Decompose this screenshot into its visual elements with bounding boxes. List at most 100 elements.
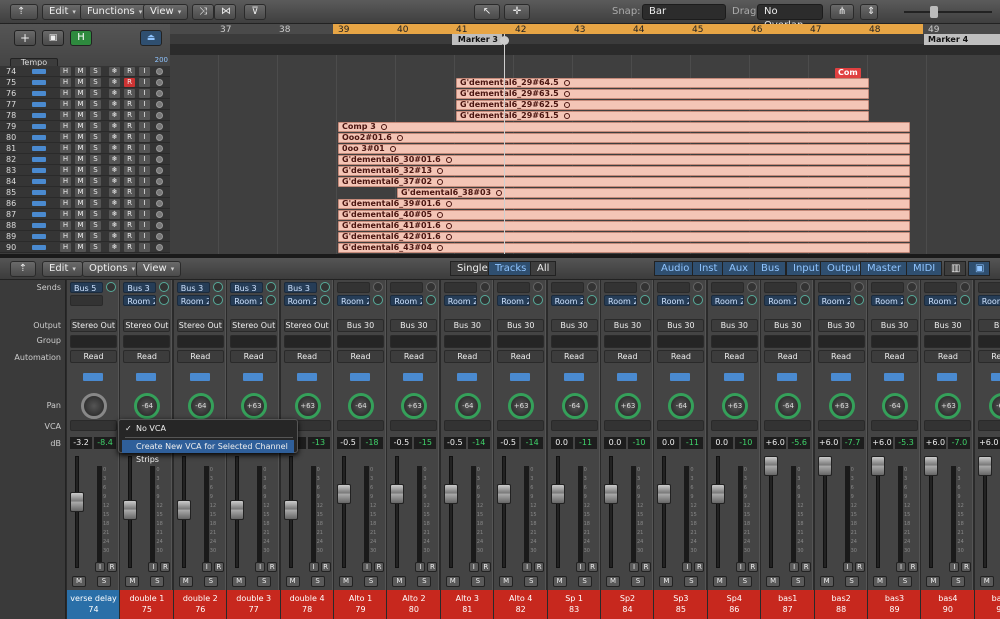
- vca-slot[interactable]: [657, 420, 705, 431]
- solo-button[interactable]: S: [90, 122, 101, 131]
- track-name[interactable]: Sp2 84: [601, 590, 654, 619]
- automation-mode[interactable]: Read: [604, 350, 651, 363]
- input-monitor-button[interactable]: I: [522, 562, 533, 572]
- record-button[interactable]: R: [480, 562, 491, 572]
- hide-track-button[interactable]: H: [60, 210, 71, 219]
- volume-fader-cap[interactable]: [817, 456, 832, 476]
- mute-button[interactable]: M: [75, 243, 86, 252]
- pan-knob[interactable]: +63: [294, 393, 321, 419]
- send-1-knob[interactable]: [426, 282, 437, 292]
- volume-fader-cap[interactable]: [123, 500, 138, 520]
- mute-button[interactable]: M: [499, 576, 514, 587]
- volume-db[interactable]: +6.0: [871, 437, 893, 449]
- output-slot[interactable]: Bus 30: [604, 319, 651, 332]
- solo-button[interactable]: S: [577, 576, 592, 587]
- volume-fader-cap[interactable]: [764, 456, 779, 476]
- freeze-icon[interactable]: ❄: [109, 177, 120, 186]
- pan-knob[interactable]: -64: [454, 393, 481, 419]
- volume-fader-track[interactable]: [609, 456, 613, 568]
- record-button[interactable]: R: [587, 562, 598, 572]
- input-monitor-button[interactable]: I: [201, 562, 212, 572]
- filter-aux[interactable]: Aux: [722, 261, 756, 276]
- volume-fader-cap[interactable]: [604, 484, 618, 504]
- track-name[interactable]: bas1 87: [761, 590, 815, 619]
- audio-region[interactable]: G'demental6_37#02: [338, 177, 911, 187]
- send-2-slot[interactable]: Room: [977, 295, 1000, 306]
- solo-button[interactable]: S: [90, 221, 101, 230]
- hide-track-button[interactable]: H: [60, 199, 71, 208]
- volume-fader-cap[interactable]: [390, 484, 405, 504]
- input-monitor-button[interactable]: I: [682, 562, 693, 572]
- input-monitor-button[interactable]: I: [139, 122, 150, 131]
- send-1-knob[interactable]: [853, 282, 864, 292]
- solo-button[interactable]: S: [90, 188, 101, 197]
- automation-mode[interactable]: Read: [764, 350, 812, 363]
- record-enable-button[interactable]: R: [124, 210, 135, 219]
- freeze-icon[interactable]: ❄: [109, 133, 120, 142]
- track-on-button[interactable]: [156, 178, 163, 185]
- vertical-zoom-button[interactable]: ⇕: [860, 4, 878, 20]
- send-2-slot[interactable]: [70, 295, 103, 306]
- pan-knob[interactable]: [81, 393, 107, 419]
- hide-track-button[interactable]: H: [60, 232, 71, 241]
- automation-icon[interactable]: [350, 373, 370, 381]
- audio-region[interactable]: G'demental6_39#01.6: [338, 199, 911, 209]
- record-enable-button[interactable]: R: [124, 243, 135, 252]
- input-monitor-button[interactable]: I: [139, 177, 150, 186]
- send-2-knob[interactable]: [159, 295, 170, 305]
- input-monitor-button[interactable]: I: [139, 232, 150, 241]
- solo-button[interactable]: S: [90, 67, 101, 76]
- track-name[interactable]: bas4 90: [921, 590, 975, 619]
- track-name[interactable]: bas5 91: [974, 590, 1000, 619]
- mute-button[interactable]: M: [445, 576, 460, 587]
- send-1-knob[interactable]: [159, 282, 170, 292]
- send-2-knob[interactable]: [426, 295, 437, 305]
- hide-track-button[interactable]: H: [60, 67, 71, 76]
- automation-icon[interactable]: [830, 373, 851, 381]
- record-enable-button[interactable]: R: [124, 89, 135, 98]
- automation-icon[interactable]: [617, 373, 637, 381]
- send-2-knob[interactable]: [960, 295, 971, 305]
- audio-region[interactable]: 0oo 3#01: [338, 144, 911, 154]
- track-on-button[interactable]: [156, 156, 163, 163]
- wide-view-button[interactable]: ▣: [968, 261, 990, 276]
- filter-master[interactable]: Master: [860, 261, 909, 276]
- solo-button[interactable]: S: [90, 243, 101, 252]
- send-2-knob[interactable]: [800, 295, 811, 305]
- track-row[interactable]: 76 H M S ❄ R I: [0, 88, 170, 99]
- mute-button[interactable]: M: [766, 576, 781, 587]
- output-slot[interactable]: Stereo Out: [176, 319, 224, 332]
- filter-tool-button[interactable]: ⊽: [244, 4, 266, 20]
- track-row[interactable]: 75 H M S ❄ R I: [0, 77, 170, 88]
- automation-mode[interactable]: Read: [283, 350, 331, 363]
- track-on-button[interactable]: [156, 79, 163, 86]
- pan-knob[interactable]: -64: [988, 393, 1000, 419]
- group-slot[interactable]: [817, 335, 865, 348]
- hide-track-button[interactable]: H: [60, 155, 71, 164]
- mute-button[interactable]: M: [75, 210, 86, 219]
- output-slot[interactable]: Stereo Out: [230, 319, 278, 332]
- track-name[interactable]: Sp 1 83: [547, 590, 601, 619]
- mute-button[interactable]: M: [75, 166, 86, 175]
- automation-icon[interactable]: [403, 373, 424, 381]
- send-1-knob[interactable]: [640, 282, 650, 292]
- group-slot[interactable]: [871, 335, 918, 348]
- cycle-region[interactable]: [333, 24, 923, 34]
- track-name[interactable]: double 4 78: [280, 590, 334, 619]
- solo-button[interactable]: S: [898, 576, 912, 587]
- send-1-knob[interactable]: [479, 282, 490, 292]
- track-on-button[interactable]: [156, 200, 163, 207]
- track-row[interactable]: 80 H M S ❄ R I: [0, 132, 170, 143]
- send-2-slot[interactable]: Room 2: [817, 295, 851, 306]
- freeze-icon[interactable]: ❄: [109, 111, 120, 120]
- automation-icon[interactable]: [189, 373, 210, 381]
- mute-button[interactable]: M: [712, 576, 727, 587]
- audio-region[interactable]: G'demental6_43#04: [338, 243, 911, 253]
- record-button[interactable]: R: [908, 562, 918, 572]
- mute-button[interactable]: M: [232, 576, 247, 587]
- volume-fader-cap[interactable]: [710, 484, 725, 504]
- output-slot[interactable]: Stereo Out: [283, 319, 331, 332]
- mute-button[interactable]: M: [659, 576, 674, 587]
- record-enable-button[interactable]: R: [124, 221, 135, 230]
- solo-button[interactable]: S: [524, 576, 539, 587]
